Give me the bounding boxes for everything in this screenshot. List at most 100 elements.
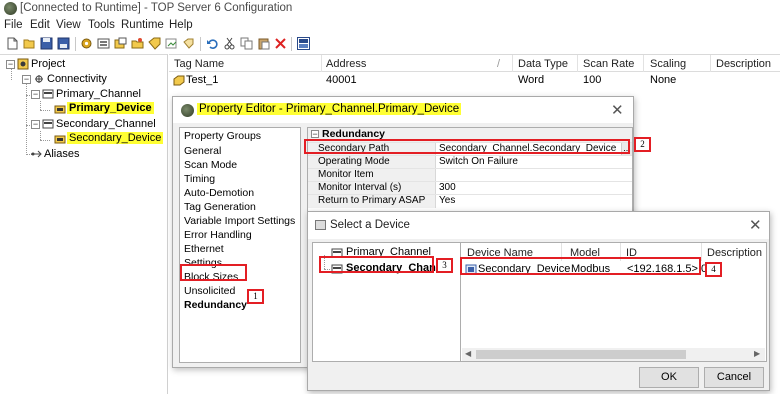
column-tag-name[interactable]: Tag Name — [174, 58, 224, 70]
app-icon — [4, 2, 17, 15]
quick-client-icon[interactable] — [297, 37, 310, 50]
bulk-tag-icon[interactable] — [182, 37, 195, 50]
scroll-right-icon[interactable]: ▶ — [754, 349, 760, 358]
group-tag-generation[interactable]: Tag Generation — [184, 201, 256, 213]
tree-connector — [40, 140, 50, 141]
cell-scan-rate: 100 — [583, 74, 602, 86]
column-separator[interactable] — [577, 55, 578, 72]
group-timing[interactable]: Timing — [184, 173, 215, 185]
new-icon[interactable] — [6, 37, 19, 50]
menu-bar: File Edit View Tools Runtime Help — [0, 17, 780, 34]
tree-connector — [40, 101, 41, 110]
close-icon[interactable]: ✕ — [611, 101, 624, 119]
column-description[interactable]: Description — [716, 58, 771, 70]
tree-item-connectivity[interactable]: − Connectivity — [18, 72, 168, 87]
menu-tools[interactable]: Tools — [88, 19, 115, 31]
collapse-icon[interactable]: − — [6, 60, 15, 69]
column-data-type[interactable]: Data Type — [518, 58, 568, 70]
cut-icon[interactable] — [223, 37, 236, 50]
group-variable-import-settings[interactable]: Variable Import Settings — [184, 215, 295, 227]
save-as-icon[interactable] — [57, 37, 70, 50]
select-device-titlebar[interactable]: Select a Device ✕ — [308, 212, 769, 239]
tree-item-primary-channel[interactable]: − Primary_Channel — [31, 87, 168, 102]
column-separator[interactable] — [512, 55, 513, 72]
property-groups-heading: Property Groups — [184, 130, 262, 142]
group-ethernet[interactable]: Ethernet — [184, 243, 224, 255]
property-editor-titlebar[interactable]: Property Editor - Primary_Channel.Primar… — [173, 97, 633, 123]
connectivity-icon — [35, 75, 43, 83]
menu-edit[interactable]: Edit — [30, 19, 50, 31]
column-description[interactable]: Description — [707, 247, 762, 259]
property-row-monitor-item[interactable]: Monitor Item — [308, 168, 632, 182]
group-general[interactable]: General — [184, 145, 221, 157]
new-channel-icon[interactable] — [97, 37, 110, 50]
new-tag-group-icon[interactable] — [131, 37, 144, 50]
column-separator[interactable] — [643, 55, 644, 72]
ok-button[interactable]: OK — [639, 367, 699, 388]
copy-icon[interactable] — [240, 37, 253, 50]
property-value[interactable]: Switch On Failure — [439, 156, 518, 168]
close-icon[interactable]: ✕ — [749, 216, 762, 234]
bulk-tag-icon[interactable] — [165, 37, 178, 50]
table-row[interactable]: Test_1 40001 Word 100 None — [169, 73, 780, 88]
cell-data-type: Word — [518, 74, 545, 86]
cell-tag-name: Test_1 — [186, 74, 219, 86]
collapse-icon[interactable]: − — [31, 90, 40, 99]
collapse-icon[interactable]: − — [311, 130, 319, 139]
property-row-operating-mode[interactable]: Operating Mode Switch On Failure — [308, 155, 632, 169]
properties-icon[interactable] — [80, 37, 93, 50]
column-separator[interactable] — [321, 55, 322, 72]
group-error-handling[interactable]: Error Handling — [184, 229, 252, 241]
device-icon — [54, 105, 66, 114]
new-tag-icon[interactable] — [148, 37, 161, 50]
device-icon — [54, 135, 66, 144]
app-icon — [181, 104, 194, 117]
undo-icon[interactable] — [206, 37, 219, 50]
tree-connector — [40, 131, 41, 140]
toolbar-separator — [200, 37, 201, 51]
tree-item-primary-device[interactable]: Primary_Device — [52, 102, 168, 117]
property-row-return-to-primary[interactable]: Return to Primary ASAP Yes — [308, 194, 632, 208]
new-device-icon[interactable] — [114, 37, 127, 50]
group-scan-mode[interactable]: Scan Mode — [184, 159, 237, 171]
callout-4: 4 — [705, 262, 722, 277]
group-auto-demotion[interactable]: Auto-Demotion — [184, 187, 254, 199]
menu-help[interactable]: Help — [169, 19, 193, 31]
menu-view[interactable]: View — [56, 19, 81, 31]
column-separator[interactable] — [701, 243, 702, 261]
save-icon[interactable] — [40, 37, 53, 50]
group-redundancy[interactable]: Redundancy — [184, 299, 247, 311]
column-scan-rate[interactable]: Scan Rate — [583, 58, 634, 70]
select-device-title: Select a Device — [330, 219, 410, 231]
toolbar-separator — [75, 37, 76, 51]
tree-label: Secondary_Device — [67, 132, 164, 144]
menu-file[interactable]: File — [4, 19, 23, 31]
menu-runtime[interactable]: Runtime — [121, 19, 164, 31]
paste-icon[interactable] — [257, 37, 270, 50]
scrollbar-thumb[interactable] — [476, 350, 686, 359]
column-scaling[interactable]: Scaling — [650, 58, 686, 70]
open-icon[interactable] — [23, 37, 36, 50]
horizontal-scrollbar[interactable]: ◀ ▶ — [462, 348, 765, 361]
highlight-redundancy-group — [180, 264, 247, 281]
highlight-secondary-device — [460, 257, 701, 275]
group-unsolicited[interactable]: Unsolicited — [184, 285, 235, 297]
property-value[interactable]: 300 — [439, 182, 456, 194]
column-address[interactable]: Address — [326, 58, 366, 70]
cancel-button[interactable]: Cancel — [704, 367, 764, 388]
property-row-monitor-interval[interactable]: Monitor Interval (s) 300 — [308, 181, 632, 195]
tree-item-project[interactable]: − Project — [4, 57, 164, 72]
tree-label: Aliases — [44, 148, 80, 160]
property-value[interactable]: Yes — [439, 195, 455, 207]
tree-item-aliases[interactable]: Aliases — [30, 147, 166, 162]
column-separator[interactable] — [710, 55, 711, 72]
scroll-left-icon[interactable]: ◀ — [465, 349, 471, 358]
tree-connector — [26, 83, 27, 155]
tree-item-secondary-channel[interactable]: − Secondary_Channel — [31, 117, 168, 132]
delete-icon[interactable] — [274, 37, 287, 50]
sort-indicator-icon: / — [497, 58, 501, 70]
collapse-icon[interactable]: − — [31, 120, 40, 129]
collapse-icon[interactable]: − — [22, 75, 31, 84]
title-bar: [Connected to Runtime] - TOP Server 6 Co… — [0, 0, 780, 17]
tree-item-secondary-device[interactable]: Secondary_Device — [52, 132, 168, 147]
